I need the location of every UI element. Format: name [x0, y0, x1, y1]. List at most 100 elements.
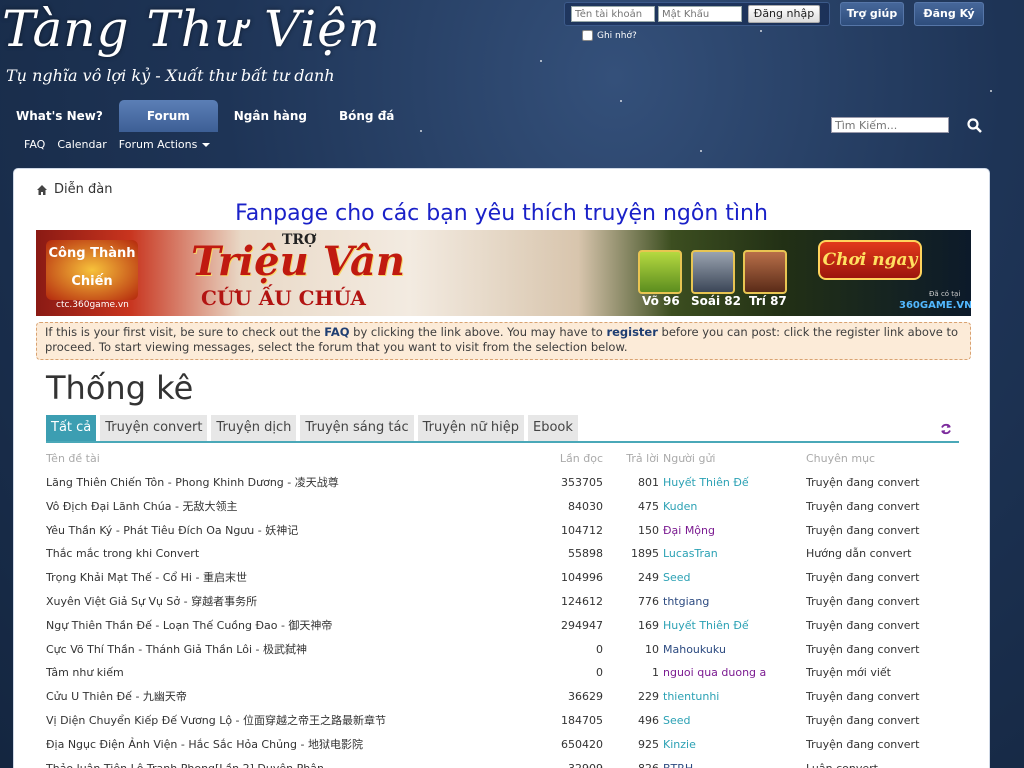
help-button[interactable]: Trợ giúp [840, 2, 904, 26]
subnav-calendar[interactable]: Calendar [57, 138, 106, 151]
thread-title[interactable]: Trọng Khải Mạt Thế - Cổ Hi - 重启末世 [46, 566, 546, 590]
tab-convert[interactable]: Truyện convert [100, 415, 208, 441]
logo-subtitle: Tụ nghĩa vô lợi kỷ - Xuất thư bất tư dan… [6, 66, 335, 85]
login-button[interactable]: Đăng nhập [748, 5, 820, 23]
banner-stat: Võ 96 [642, 294, 680, 308]
thread-category[interactable]: Truyện đang convert [806, 566, 966, 590]
tab-original[interactable]: Truyện sáng tác [300, 415, 414, 441]
thread-category[interactable]: Truyện đang convert [806, 471, 966, 495]
notice-faq-link[interactable]: FAQ [324, 325, 349, 339]
thread-user[interactable]: Đại Mộng [663, 519, 803, 543]
thread-title[interactable]: Vị Diện Chuyển Kiếp Đế Vương Lộ - 位面穿越之帝… [46, 709, 546, 733]
table-row: Địa Ngục Điện Ảnh Viện - Hắc Sắc Hỏa Chủ… [46, 733, 959, 757]
star-decoration [540, 60, 542, 62]
thread-title[interactable]: Thảo luận Tiên Lộ Tranh Phong[Lần 2] Duy… [46, 757, 546, 768]
thread-title[interactable]: Yêu Thần Ký - Phát Tiêu Đích Oa Ngưu - 妖… [46, 519, 546, 543]
thread-title[interactable]: Cửu U Thiên Đế - 九幽天帝 [46, 685, 546, 709]
main-panel: Diễn đàn Fanpage cho các bạn yêu thích t… [13, 168, 990, 768]
home-icon[interactable] [36, 184, 48, 196]
star-decoration [620, 100, 622, 102]
thread-user[interactable]: Seed [663, 566, 803, 590]
col-header-category: Chuyên mục [806, 452, 876, 465]
search-icon[interactable] [966, 117, 984, 135]
login-form: Đăng nhập [564, 2, 830, 26]
thread-views: 124612 [561, 594, 603, 608]
logo-title: Tàng Thư Viện [2, 0, 382, 58]
thread-title[interactable]: Địa Ngục Điện Ảnh Viện - Hắc Sắc Hỏa Chủ… [46, 733, 546, 757]
breadcrumb-forum[interactable]: Diễn đàn [54, 182, 112, 197]
thread-user[interactable]: Huyết Thiên Đế [663, 614, 803, 638]
refresh-icon[interactable] [940, 423, 952, 435]
thread-title[interactable]: Vô Địch Đại Lãnh Chúa - 无敌大领主 [46, 495, 546, 519]
thread-views: 84030 [568, 499, 603, 513]
thread-views: 650420 [561, 737, 603, 751]
forum-actions-label: Forum Actions [118, 138, 198, 151]
ad-banner[interactable]: Công Thành Chiến ctc.360game.vn TRỢ Triệ… [36, 230, 971, 316]
remember-me[interactable]: Ghi nhớ? [582, 30, 637, 41]
notice-register-link[interactable]: register [606, 325, 657, 339]
thread-user[interactable]: Mahoukuku [663, 638, 803, 662]
tab-female-lead[interactable]: Truyện nữ hiệp [417, 415, 525, 441]
table-row: Xuyên Việt Giả Sự Vụ Sở - 穿越者事务所 124612 77… [46, 590, 959, 614]
nav-bank[interactable]: Ngân hàng [218, 100, 323, 132]
thread-user[interactable]: Seed [663, 709, 803, 733]
star-decoration [990, 90, 992, 92]
thread-category[interactable]: Truyện mới viết [806, 661, 966, 685]
thread-replies: 249 [638, 571, 659, 585]
thread-category[interactable]: Truyện đang convert [806, 519, 966, 543]
thread-category[interactable]: Truyện đang convert [806, 709, 966, 733]
thread-views: 36629 [568, 690, 603, 704]
welcome-notice: If this is your first visit, be sure to … [36, 322, 971, 360]
thread-user[interactable]: Huyết Thiên Đế [663, 471, 803, 495]
main-nav: What's New? Forum Ngân hàng Bóng đá [0, 100, 410, 132]
banner-play-button[interactable]: Chơi ngay [818, 240, 922, 280]
banner-game-url: ctc.360game.vn [56, 300, 129, 310]
subnav-faq[interactable]: FAQ [24, 138, 45, 151]
fanpage-link[interactable]: Fanpage cho các bạn yêu thích truyện ngô… [14, 201, 989, 226]
table-row: Yêu Thần Ký - Phát Tiêu Đích Oa Ngưu - 妖… [46, 519, 959, 543]
thread-category[interactable]: Truyện đang convert [806, 638, 966, 662]
thread-views: 184705 [561, 713, 603, 727]
thread-user[interactable]: nguoi qua duong a [663, 661, 803, 685]
thread-category[interactable]: Hướng dẫn convert [806, 542, 966, 566]
table-row: Vô Địch Đại Lãnh Chúa - 无敌大领主 84030 475 Kud… [46, 495, 959, 519]
thread-title[interactable]: Tâm như kiếm [46, 661, 546, 685]
thread-user[interactable]: LucasTran [663, 542, 803, 566]
thread-category[interactable]: Truyện đang convert [806, 495, 966, 519]
search-input[interactable] [831, 117, 949, 133]
thread-title[interactable]: Ngự Thiên Thần Đế - Loạn Thế Cuồng Đao -… [46, 614, 546, 638]
username-input[interactable] [571, 6, 655, 22]
star-decoration [760, 30, 762, 32]
register-button[interactable]: Đăng Ký [914, 2, 984, 26]
thread-replies: 229 [638, 690, 659, 704]
site-logo[interactable]: Tàng Thư Viện Tụ nghĩa vô lợi kỷ - Xuất … [2, 0, 380, 95]
thread-category[interactable]: Truyện đang convert [806, 685, 966, 709]
tab-ebook[interactable]: Ebook [528, 415, 578, 441]
nav-football[interactable]: Bóng đá [323, 100, 410, 132]
thread-category[interactable]: Luận convert [806, 757, 966, 768]
thread-user[interactable]: thtgiang [663, 590, 803, 614]
thread-category[interactable]: Truyện đang convert [806, 733, 966, 757]
thread-category[interactable]: Truyện đang convert [806, 590, 966, 614]
tab-all[interactable]: Tất cả [46, 415, 97, 441]
thread-title[interactable]: Xuyên Việt Giả Sự Vụ Sở - 穿越者事务所 [46, 590, 546, 614]
banner-card-1 [638, 250, 682, 294]
remember-label: Ghi nhớ? [597, 30, 637, 41]
thread-table: Lăng Thiên Chiến Tôn - Phong Khinh Dương… [46, 471, 959, 768]
thread-title[interactable]: Lăng Thiên Chiến Tôn - Phong Khinh Dương… [46, 471, 546, 495]
thread-replies: 925 [638, 737, 659, 751]
password-input[interactable] [658, 6, 742, 22]
thread-user[interactable]: BTRH [663, 757, 803, 768]
thread-title[interactable]: Thắc mắc trong khi Convert [46, 542, 546, 566]
nav-whats-new[interactable]: What's New? [0, 100, 119, 132]
thread-user[interactable]: thientunhi [663, 685, 803, 709]
thread-user[interactable]: Kinzie [663, 733, 803, 757]
tab-translated[interactable]: Truyện dịch [211, 415, 297, 441]
thread-views: 104996 [561, 571, 603, 585]
thread-title[interactable]: Cực Võ Thí Thần - Thánh Giả Thần Lôi - 极… [46, 638, 546, 662]
nav-forum[interactable]: Forum [118, 100, 218, 132]
subnav-forum-actions[interactable]: Forum Actions [119, 138, 211, 151]
thread-user[interactable]: Kuden [663, 495, 803, 519]
remember-checkbox[interactable] [582, 30, 593, 41]
thread-category[interactable]: Truyện đang convert [806, 614, 966, 638]
